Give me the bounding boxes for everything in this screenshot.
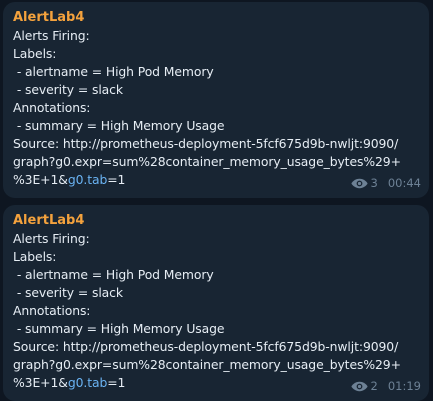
message-time: 00:44 [387,176,421,190]
message-line: - summary = High Memory Usage [13,321,225,336]
message-line: Alerts Firing: [13,231,90,246]
message-line: - severity = slack [13,82,123,97]
message-link[interactable]: g0.tab [68,375,108,390]
message-line: Labels: [13,46,57,61]
message-line: Annotations: [13,100,91,115]
message-line: - summary = High Memory Usage [13,118,225,133]
message-meta: 2 01:19 [350,379,421,393]
view-count: 3 [370,176,378,190]
view-count: 2 [370,379,378,393]
message-line: - alertname = High Pod Memory [13,267,214,282]
eye-icon [350,381,368,391]
message-line: - severity = slack [13,285,123,300]
message-bubble[interactable]: AlertLab4 Alerts Firing: Labels: - alert… [3,205,429,401]
message-text: %3E+1& [13,375,68,390]
message-line: graph?g0.expr=sum%28container_memory_usa… [13,154,401,169]
eye-icon [350,178,368,188]
message-time: 01:19 [387,379,421,393]
message-line: Labels: [13,249,57,264]
message-line: Source: http://prometheus-deployment-5fc… [13,339,399,354]
message-bubble[interactable]: AlertLab4 Alerts Firing: Labels: - alert… [3,2,429,198]
message-meta: 3 00:44 [350,176,421,190]
message-line: graph?g0.expr=sum%28container_memory_usa… [13,357,401,372]
sender-name[interactable]: AlertLab4 [13,9,419,27]
message-text: %3E+1& [13,172,68,187]
message-line: Alerts Firing: [13,28,90,43]
message-line: Source: http://prometheus-deployment-5fc… [13,136,399,151]
sender-name[interactable]: AlertLab4 [13,212,419,230]
message-line: Annotations: [13,303,91,318]
message-link[interactable]: g0.tab [68,172,108,187]
message-line: - alertname = High Pod Memory [13,64,214,79]
message-text: =1 [107,172,126,187]
message-text: =1 [107,375,126,390]
